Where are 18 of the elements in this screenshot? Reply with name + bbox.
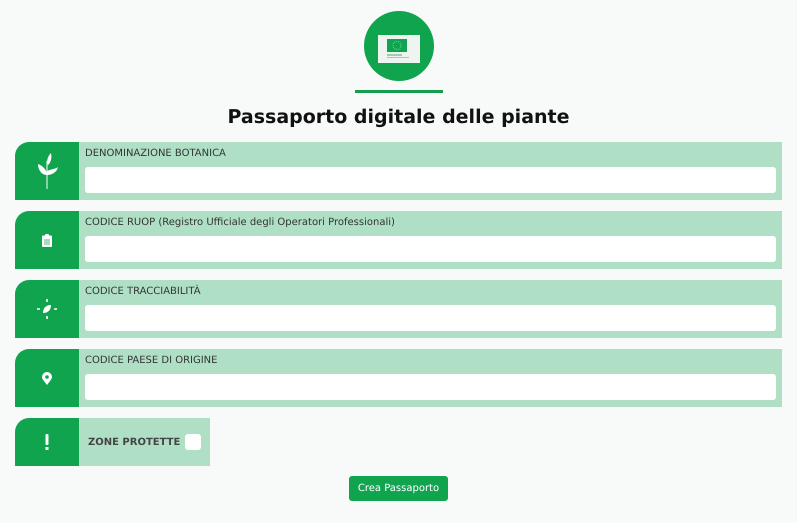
field-label: DENOMINAZIONE BOTANICA	[85, 148, 227, 159]
field-label: CODICE RUOP (Registro Ufficiale degli Operatori Professionali)	[85, 217, 396, 228]
field-label: CODICE TRACCIABILITÀ	[85, 286, 202, 297]
input-field[interactable]	[85, 374, 776, 400]
input-field[interactable]	[85, 167, 776, 193]
field-label: CODICE PAESE DI ORIGINE	[85, 355, 218, 366]
clipboard-icon	[42, 234, 52, 246]
input-field[interactable]	[85, 305, 776, 331]
leaf-compass-icon	[36, 298, 58, 320]
plant-icon	[35, 153, 59, 189]
input-field[interactable]	[85, 236, 776, 262]
create-passport-button[interactable]: Crea Passaporto	[348, 476, 448, 501]
certificate-logo-icon	[364, 11, 434, 81]
exclamation-icon	[45, 434, 49, 450]
page-title: Passaporto digitale delle piante	[227, 106, 570, 128]
checkbox-label: ZONE PROTETTE	[88, 436, 180, 448]
location-pin-icon	[42, 372, 52, 384]
checkbox[interactable]	[185, 434, 202, 450]
